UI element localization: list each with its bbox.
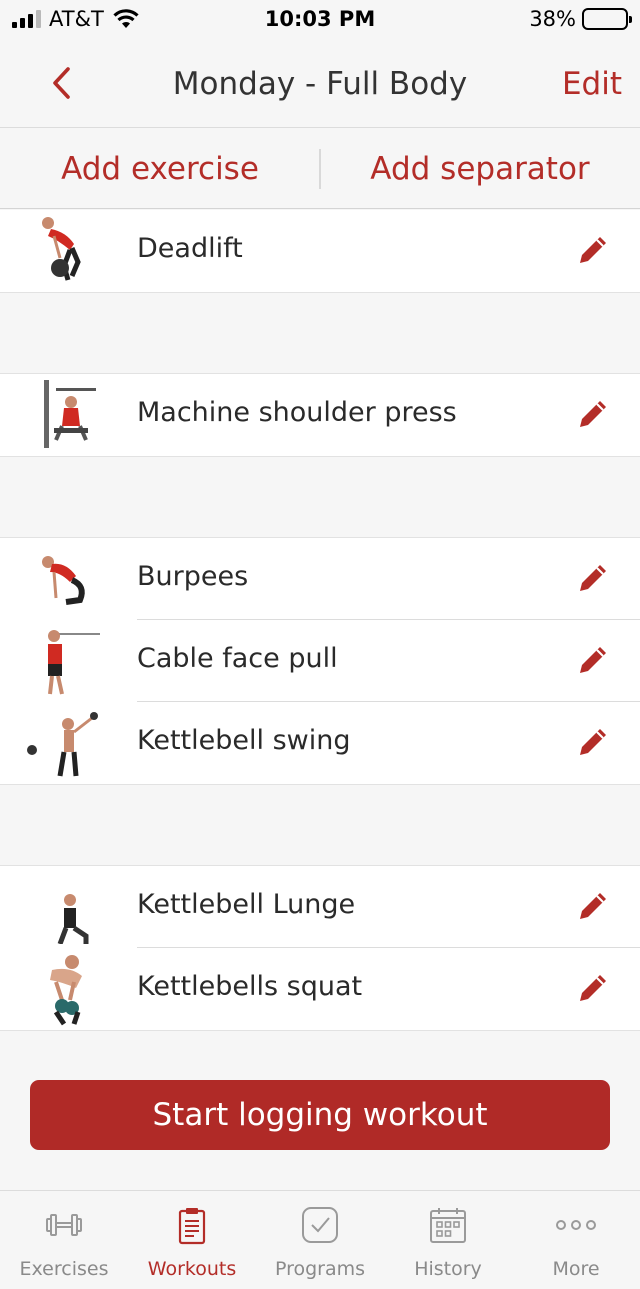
clipboard-icon: [178, 1208, 206, 1245]
deadlift-thumbnail-icon: [42, 217, 81, 281]
tab-history[interactable]: History: [384, 1191, 512, 1289]
more-dots-icon: [556, 1220, 596, 1230]
checkbox-icon: [302, 1207, 338, 1243]
edit-pencil-icon[interactable]: [576, 889, 610, 923]
page-title: Monday - Full Body: [172, 66, 468, 102]
edit-pencil-icon[interactable]: [576, 725, 610, 759]
tab-label: Programs: [274, 1258, 366, 1280]
battery-icon: [582, 8, 632, 30]
kettlebell-lunge-thumbnail-icon: [57, 894, 89, 944]
tab-label: Exercises: [19, 1258, 109, 1280]
tab-bar: Exercises Workouts Programs History More: [0, 1190, 640, 1289]
tab-label: Workouts: [147, 1258, 237, 1280]
dumbbell-icon: [46, 1214, 82, 1236]
status-bar: AT&T 10:03 PM 38%: [0, 0, 640, 40]
edit-pencil-icon[interactable]: [576, 971, 610, 1005]
machine-shoulder-press-thumbnail-icon: [44, 380, 96, 448]
exercise-name: Deadlift: [137, 233, 243, 264]
exercise-name: Burpees: [137, 561, 249, 592]
exercise-name: Kettlebells squat: [137, 971, 363, 1002]
nav-bar: Monday - Full Body Edit: [0, 40, 640, 128]
tab-workouts[interactable]: Workouts: [128, 1191, 256, 1289]
action-bar: Add exercise Add separator: [0, 129, 640, 209]
exercise-row-cable-face-pull[interactable]: Cable face pull: [0, 620, 640, 702]
add-separator-button[interactable]: Add separator: [320, 151, 640, 187]
list-footer-divider: [0, 1030, 640, 1042]
tab-programs[interactable]: Programs: [256, 1191, 384, 1289]
edit-pencil-icon[interactable]: [576, 643, 610, 677]
exercise-row-burpees[interactable]: Burpees: [0, 538, 640, 620]
status-right: 38%: [529, 7, 632, 31]
tab-label: History: [414, 1258, 482, 1280]
edit-button[interactable]: Edit: [562, 66, 622, 102]
kettlebells-squat-thumbnail-icon: [50, 955, 82, 1026]
exercise-row-kettlebells-squat[interactable]: Kettlebells squat: [0, 948, 640, 1030]
tab-exercises[interactable]: Exercises: [0, 1191, 128, 1289]
tab-label: More: [552, 1258, 600, 1280]
exercise-name: Kettlebell Lunge: [137, 889, 356, 920]
exercise-row-kettlebell-swing[interactable]: Kettlebell swing: [0, 702, 640, 784]
exercise-row-kettlebell-lunge[interactable]: Kettlebell Lunge: [0, 866, 640, 948]
edit-pencil-icon[interactable]: [576, 561, 610, 595]
separator-gap: [0, 292, 640, 374]
kettlebell-swing-thumbnail-icon: [27, 712, 98, 777]
exercise-row-deadlift[interactable]: Deadlift: [0, 210, 640, 292]
tab-more[interactable]: More: [512, 1191, 640, 1289]
edit-pencil-icon[interactable]: [576, 233, 610, 267]
start-logging-button[interactable]: Start logging workout: [30, 1080, 610, 1150]
separator-gap: [0, 784, 640, 866]
exercise-name: Kettlebell swing: [137, 725, 351, 756]
battery-percent: 38%: [529, 7, 576, 31]
add-exercise-button[interactable]: Add exercise: [0, 151, 320, 187]
burpees-thumbnail-icon: [42, 556, 85, 605]
calendar-icon: [430, 1208, 466, 1243]
exercise-name: Cable face pull: [137, 643, 338, 674]
edit-pencil-icon[interactable]: [576, 397, 610, 431]
exercise-name: Machine shoulder press: [137, 397, 457, 428]
cable-face-pull-thumbnail-icon: [48, 630, 100, 695]
separator-gap: [0, 456, 640, 538]
exercise-row-machine-shoulder-press[interactable]: Machine shoulder press: [0, 374, 640, 456]
